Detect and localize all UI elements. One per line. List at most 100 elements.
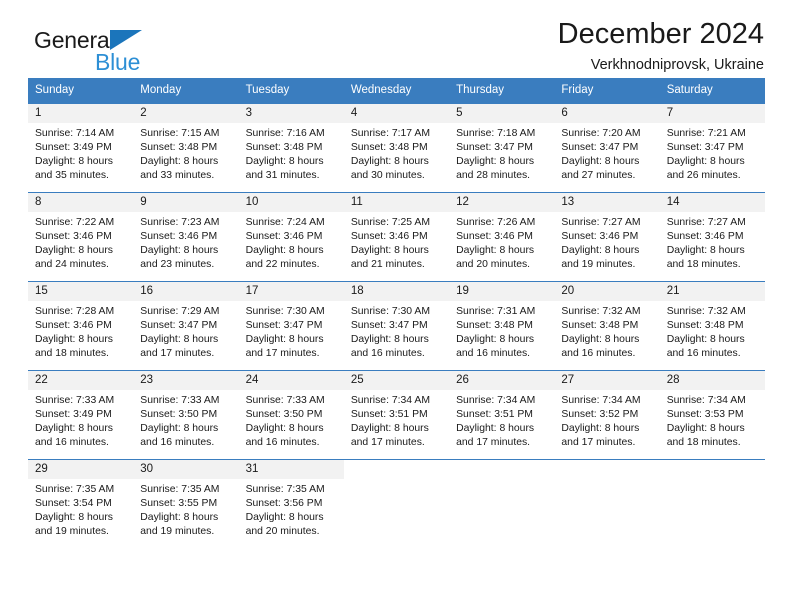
day-cell[interactable]: 10 Sunrise: 7:24 AM Sunset: 3:46 PM Dayl… xyxy=(238,192,344,281)
day-cell[interactable]: 28 Sunrise: 7:34 AM Sunset: 3:53 PM Dayl… xyxy=(659,370,765,459)
daylight-line1: Daylight: 8 hours xyxy=(140,155,219,167)
day-cell[interactable]: 16 Sunrise: 7:29 AM Sunset: 3:47 PM Dayl… xyxy=(133,281,239,370)
day-cell[interactable]: 1 Sunrise: 7:14 AM Sunset: 3:49 PM Dayli… xyxy=(28,103,134,192)
daylight-line1: Daylight: 8 hours xyxy=(140,333,219,345)
day-cell[interactable]: 5 Sunrise: 7:18 AM Sunset: 3:47 PM Dayli… xyxy=(449,103,555,192)
day-info: Sunrise: 7:21 AM Sunset: 3:47 PM Dayligh… xyxy=(660,123,765,184)
day-info: Sunrise: 7:27 AM Sunset: 3:46 PM Dayligh… xyxy=(554,212,659,273)
sunrise-text: Sunrise: 7:33 AM xyxy=(35,394,115,406)
day-cell[interactable]: 13 Sunrise: 7:27 AM Sunset: 3:46 PM Dayl… xyxy=(554,192,660,281)
daylight-line2: and 17 minutes. xyxy=(350,437,425,449)
day-info: Sunrise: 7:27 AM Sunset: 3:46 PM Dayligh… xyxy=(660,212,765,273)
sunset-text: Sunset: 3:48 PM xyxy=(350,141,428,153)
daylight-line2: and 16 minutes. xyxy=(35,437,109,449)
day-cell[interactable]: 21 Sunrise: 7:32 AM Sunset: 3:48 PM Dayl… xyxy=(659,281,765,370)
day-number: 22 xyxy=(28,370,134,390)
sunrise-text: Sunrise: 7:25 AM xyxy=(350,216,430,228)
day-cell[interactable]: 23 Sunrise: 7:33 AM Sunset: 3:50 PM Dayl… xyxy=(133,370,239,459)
day-info: Sunrise: 7:34 AM Sunset: 3:51 PM Dayligh… xyxy=(344,390,449,451)
day-cell[interactable]: 3 Sunrise: 7:16 AM Sunset: 3:48 PM Dayli… xyxy=(238,103,344,192)
day-info: Sunrise: 7:20 AM Sunset: 3:47 PM Dayligh… xyxy=(554,123,659,184)
week-row: 15 Sunrise: 7:28 AM Sunset: 3:46 PM Dayl… xyxy=(28,280,765,370)
day-cell[interactable]: 24 Sunrise: 7:33 AM Sunset: 3:50 PM Dayl… xyxy=(238,370,344,459)
day-info: Sunrise: 7:14 AM Sunset: 3:49 PM Dayligh… xyxy=(28,123,133,184)
general-blue-logo[interactable]: General Blue xyxy=(34,27,224,79)
day-info: Sunrise: 7:34 AM Sunset: 3:53 PM Dayligh… xyxy=(660,390,765,451)
daylight-line1: Daylight: 8 hours xyxy=(35,333,113,345)
daylight-line1: Daylight: 8 hours xyxy=(350,244,429,256)
day-info: Sunrise: 7:33 AM Sunset: 3:50 PM Dayligh… xyxy=(133,390,238,451)
day-cell[interactable]: 2 Sunrise: 7:15 AM Sunset: 3:48 PM Dayli… xyxy=(133,103,239,192)
daylight-line1: Daylight: 8 hours xyxy=(456,155,535,167)
day-info: Sunrise: 7:16 AM Sunset: 3:48 PM Dayligh… xyxy=(239,123,344,184)
daylight-line2: and 16 minutes. xyxy=(140,437,215,449)
day-info: Sunrise: 7:30 AM Sunset: 3:47 PM Dayligh… xyxy=(344,301,449,362)
day-number: 24 xyxy=(238,370,344,390)
daylight-line2: and 35 minutes. xyxy=(35,170,109,182)
day-cell[interactable]: 4 Sunrise: 7:17 AM Sunset: 3:48 PM Dayli… xyxy=(343,103,450,192)
day-cell-empty xyxy=(449,459,555,548)
day-cell[interactable]: 18 Sunrise: 7:30 AM Sunset: 3:47 PM Dayl… xyxy=(343,281,450,370)
triangle-icon xyxy=(110,30,142,50)
daylight-line1: Daylight: 8 hours xyxy=(561,422,640,434)
daylight-line2: and 20 minutes. xyxy=(456,259,531,271)
day-number: 12 xyxy=(449,192,555,212)
daylight-line2: and 26 minutes. xyxy=(666,170,741,182)
day-number: 15 xyxy=(28,281,134,301)
page-subtitle: Verkhnodniprovsk, Ukraine xyxy=(590,57,764,74)
sunset-text: Sunset: 3:47 PM xyxy=(666,141,744,153)
daylight-line2: and 31 minutes. xyxy=(245,170,320,182)
daylight-line1: Daylight: 8 hours xyxy=(245,422,324,434)
day-cell[interactable]: 26 Sunrise: 7:34 AM Sunset: 3:51 PM Dayl… xyxy=(449,370,555,459)
day-cell[interactable]: 17 Sunrise: 7:30 AM Sunset: 3:47 PM Dayl… xyxy=(238,281,344,370)
day-cell[interactable]: 30 Sunrise: 7:35 AM Sunset: 3:55 PM Dayl… xyxy=(133,459,239,548)
day-cell[interactable]: 11 Sunrise: 7:25 AM Sunset: 3:46 PM Dayl… xyxy=(343,192,450,281)
weekday-header-tuesday: Tuesday xyxy=(245,84,290,96)
day-number: 10 xyxy=(238,192,344,212)
day-number: 27 xyxy=(554,370,660,390)
sunrise-text: Sunrise: 7:28 AM xyxy=(35,305,115,317)
day-cell[interactable]: 6 Sunrise: 7:20 AM Sunset: 3:47 PM Dayli… xyxy=(554,103,660,192)
daylight-line2: and 18 minutes. xyxy=(35,348,109,360)
day-number: 23 xyxy=(133,370,239,390)
day-number: 1 xyxy=(28,103,134,123)
day-cell[interactable]: 19 Sunrise: 7:31 AM Sunset: 3:48 PM Dayl… xyxy=(449,281,555,370)
day-number: 8 xyxy=(28,192,134,212)
day-cell[interactable]: 29 Sunrise: 7:35 AM Sunset: 3:54 PM Dayl… xyxy=(28,459,134,548)
daylight-line1: Daylight: 8 hours xyxy=(456,422,535,434)
daylight-line2: and 27 minutes. xyxy=(561,170,636,182)
sunset-text: Sunset: 3:46 PM xyxy=(561,230,639,242)
calendar-page: General Blue December 2024 Verkhnodnipro… xyxy=(0,0,792,612)
sunset-text: Sunset: 3:50 PM xyxy=(245,408,323,420)
day-cell[interactable]: 22 Sunrise: 7:33 AM Sunset: 3:49 PM Dayl… xyxy=(28,370,134,459)
day-number: 29 xyxy=(28,459,134,479)
day-cell[interactable]: 7 Sunrise: 7:21 AM Sunset: 3:47 PM Dayli… xyxy=(659,103,765,192)
day-cell[interactable]: 27 Sunrise: 7:34 AM Sunset: 3:52 PM Dayl… xyxy=(554,370,660,459)
daylight-line2: and 28 minutes. xyxy=(456,170,531,182)
day-info: Sunrise: 7:34 AM Sunset: 3:51 PM Dayligh… xyxy=(449,390,554,451)
weekday-header-wednesday: Wednesday xyxy=(350,84,412,96)
day-number: 18 xyxy=(343,281,450,301)
daylight-line1: Daylight: 8 hours xyxy=(35,244,113,256)
sunset-text: Sunset: 3:54 PM xyxy=(35,497,112,509)
day-cell[interactable]: 15 Sunrise: 7:28 AM Sunset: 3:46 PM Dayl… xyxy=(28,281,134,370)
daylight-line2: and 21 minutes. xyxy=(350,259,425,271)
day-cell-empty xyxy=(554,459,660,548)
day-cell[interactable]: 8 Sunrise: 7:22 AM Sunset: 3:46 PM Dayli… xyxy=(28,192,134,281)
sunrise-text: Sunrise: 7:35 AM xyxy=(140,483,220,495)
day-cell[interactable]: 9 Sunrise: 7:23 AM Sunset: 3:46 PM Dayli… xyxy=(133,192,239,281)
sunrise-text: Sunrise: 7:34 AM xyxy=(666,394,746,406)
day-cell[interactable]: 31 Sunrise: 7:35 AM Sunset: 3:56 PM Dayl… xyxy=(238,459,344,548)
day-cell[interactable]: 12 Sunrise: 7:26 AM Sunset: 3:46 PM Dayl… xyxy=(449,192,555,281)
day-number: 17 xyxy=(238,281,344,301)
day-cell[interactable]: 25 Sunrise: 7:34 AM Sunset: 3:51 PM Dayl… xyxy=(343,370,450,459)
daylight-line2: and 17 minutes. xyxy=(140,348,215,360)
day-cell[interactable]: 20 Sunrise: 7:32 AM Sunset: 3:48 PM Dayl… xyxy=(554,281,660,370)
daylight-line1: Daylight: 8 hours xyxy=(666,422,745,434)
daylight-line2: and 20 minutes. xyxy=(245,526,320,538)
daylight-line2: and 19 minutes. xyxy=(140,526,215,538)
daylight-line1: Daylight: 8 hours xyxy=(456,244,535,256)
daylight-line1: Daylight: 8 hours xyxy=(245,244,324,256)
day-cell[interactable]: 14 Sunrise: 7:27 AM Sunset: 3:46 PM Dayl… xyxy=(659,192,765,281)
day-info: Sunrise: 7:32 AM Sunset: 3:48 PM Dayligh… xyxy=(554,301,659,362)
